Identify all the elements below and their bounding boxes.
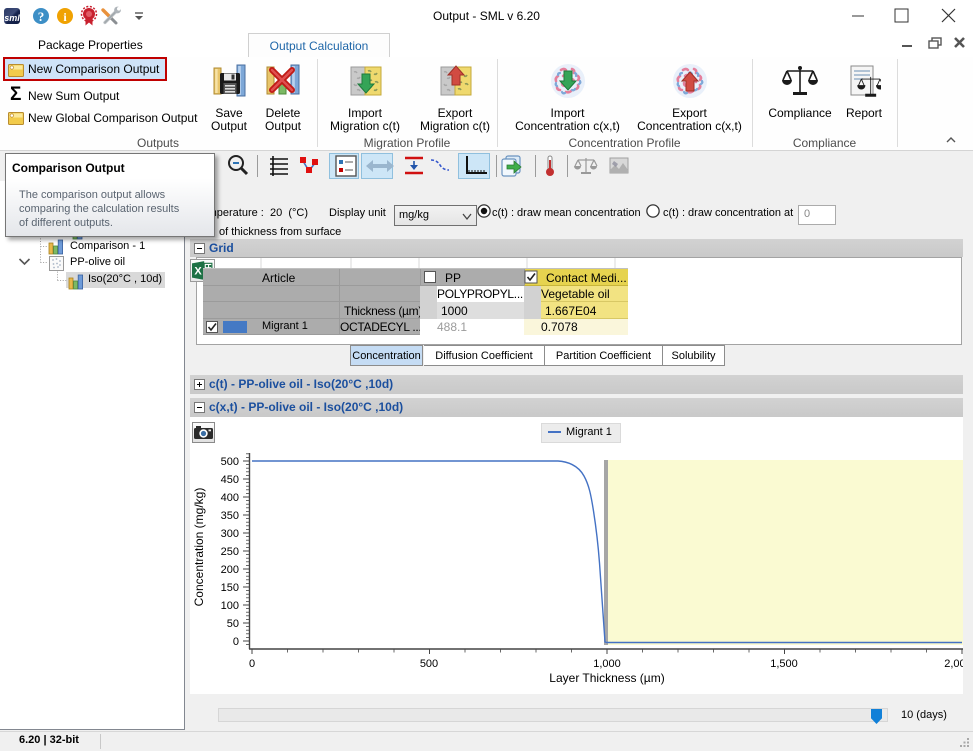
- svg-text:400: 400: [221, 492, 239, 504]
- svg-text:Layer Thickness (µm): Layer Thickness (µm): [549, 671, 664, 685]
- svg-text:200: 200: [221, 564, 239, 576]
- svg-text:350: 350: [221, 510, 239, 522]
- svg-text:250: 250: [221, 546, 239, 558]
- svg-text:sml: sml: [4, 13, 20, 23]
- svg-text:0: 0: [233, 636, 239, 648]
- svg-text:500: 500: [221, 456, 239, 468]
- svg-text:?: ?: [38, 9, 45, 24]
- svg-text:100: 100: [221, 600, 239, 612]
- svg-text:2,000: 2,000: [944, 658, 963, 670]
- svg-text:Concentration (mg/kg): Concentration (mg/kg): [192, 488, 206, 607]
- svg-text:450: 450: [221, 474, 239, 486]
- svg-text:X: X: [194, 265, 202, 277]
- svg-text:1,500: 1,500: [770, 658, 798, 670]
- svg-text:0: 0: [249, 658, 255, 670]
- svg-text:50: 50: [227, 618, 239, 630]
- svg-text:300: 300: [221, 528, 239, 540]
- svg-text:1,000: 1,000: [593, 658, 621, 670]
- svg-text:150: 150: [221, 582, 239, 594]
- svg-text:500: 500: [420, 658, 438, 670]
